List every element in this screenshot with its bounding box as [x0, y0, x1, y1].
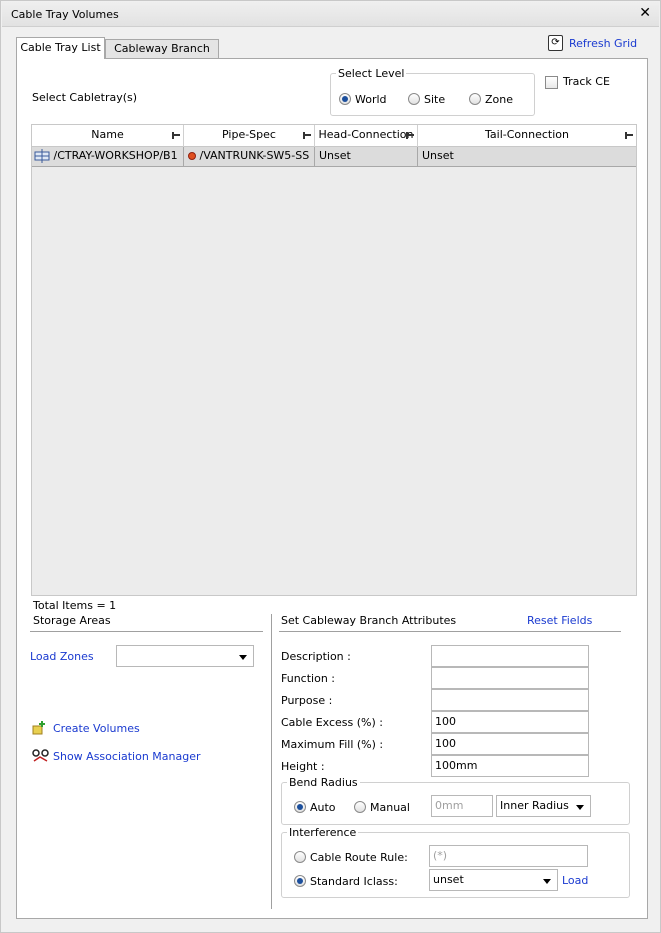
cable-excess-label: Cable Excess (%) :	[281, 716, 384, 729]
divider	[279, 631, 621, 632]
tab-cable-tray-list[interactable]: Cable Tray List	[16, 37, 105, 59]
cabletray-icon	[34, 149, 50, 163]
column-header-tail-connection[interactable]: Tail-Connection	[418, 125, 636, 147]
radio-cable-route-rule[interactable]	[294, 851, 306, 863]
purpose-label: Purpose :	[281, 694, 333, 707]
radio-auto-label: Auto	[310, 801, 336, 814]
cable-excess-input[interactable]: 100	[431, 711, 589, 733]
table-row[interactable]: /CTRAY-WORKSHOP/B1 /VANTRUNK-SW5-SS Unse…	[32, 147, 636, 167]
column-header-label: Tail-Connection	[485, 128, 569, 141]
pin-icon[interactable]	[172, 132, 180, 139]
radio-manual-label: Manual	[370, 801, 410, 814]
column-header-label: Name	[91, 128, 124, 141]
tab-cableway-branch-list[interactable]: Cableway Branch List	[105, 39, 219, 72]
cell-pipe-spec: /VANTRUNK-SW5-SS	[184, 147, 315, 167]
storage-areas-label: Storage Areas	[33, 614, 111, 627]
title-bar: Cable Tray Volumes ✕	[2, 2, 659, 27]
interference-title: Interference	[287, 826, 359, 839]
function-label: Function :	[281, 672, 335, 685]
track-ce-label: Track CE	[563, 75, 610, 88]
function-input[interactable]	[431, 667, 589, 689]
tab-label: Cable Tray List	[20, 41, 101, 54]
track-ce-checkbox[interactable]	[545, 76, 558, 89]
radio-zone[interactable]	[469, 93, 481, 105]
standard-iclass-label: Standard Iclass:	[310, 875, 398, 888]
select-level-title: Select Level	[336, 67, 407, 80]
load-zones-link[interactable]: Load Zones	[30, 650, 94, 663]
create-volumes-icon	[32, 721, 45, 735]
attributes-title: Set Cableway Branch Attributes	[281, 614, 457, 627]
height-label: Height :	[281, 760, 325, 773]
column-header-label: Head-Connection	[318, 128, 414, 141]
description-label: Description :	[281, 650, 351, 663]
column-header-pipe-spec[interactable]: Pipe-Spec	[184, 125, 315, 147]
pin-icon[interactable]	[625, 132, 633, 139]
divider	[30, 631, 263, 632]
cable-route-rule-input[interactable]: (*)	[429, 845, 588, 867]
purpose-input[interactable]	[431, 689, 589, 711]
bend-radius-title: Bend Radius	[287, 776, 360, 789]
total-items-label: Total Items = 1	[33, 599, 117, 612]
cell-name-text: /CTRAY-WORKSHOP/B1	[53, 149, 178, 162]
column-header-head-connection[interactable]: Head-Connection	[315, 125, 418, 147]
column-header-name[interactable]: Name	[32, 125, 184, 147]
radio-world[interactable]	[339, 93, 351, 105]
column-header-label: Pipe-Spec	[222, 128, 276, 141]
pin-icon[interactable]	[303, 132, 311, 139]
cell-head-connection: Unset	[315, 147, 418, 167]
radio-manual[interactable]	[354, 801, 366, 813]
refresh-grid-label: Refresh Grid	[569, 37, 638, 50]
cable-tray-volumes-window: Cable Tray Volumes ✕ Cable Tray List Cab…	[0, 0, 661, 933]
load-iclass-link[interactable]: Load	[562, 874, 588, 887]
divider	[271, 614, 272, 909]
max-fill-input[interactable]: 100	[431, 733, 589, 755]
radio-zone-label: Zone	[485, 93, 514, 106]
status-dot-icon	[188, 152, 196, 160]
radio-site-label: Site	[424, 93, 446, 106]
height-input[interactable]: 100mm	[431, 755, 589, 777]
association-icon	[32, 749, 49, 762]
select-cabletray-label: Select Cabletray(s)	[32, 91, 138, 104]
close-icon[interactable]: ✕	[639, 5, 651, 21]
radio-world-label: World	[355, 93, 387, 106]
create-volumes-link[interactable]: Create Volumes	[53, 722, 140, 735]
cable-route-rule-label: Cable Route Rule:	[310, 851, 408, 864]
max-fill-label: Maximum Fill (%) :	[281, 738, 384, 751]
radio-standard-iclass[interactable]	[294, 875, 306, 887]
cell-tail-connection: Unset	[422, 149, 454, 162]
reset-fields-link[interactable]: Reset Fields	[527, 614, 592, 627]
cabletray-grid[interactable]: Name Pipe-Spec Head-Connection Tail-Conn…	[31, 124, 637, 596]
show-association-manager-link[interactable]: Show Association Manager	[53, 750, 201, 763]
standard-iclass-dropdown[interactable]: unset	[429, 869, 558, 891]
description-input[interactable]	[431, 645, 589, 667]
window-title: Cable Tray Volumes	[11, 8, 119, 21]
radio-site[interactable]	[408, 93, 420, 105]
refresh-icon: ⟳	[548, 35, 563, 51]
grid-header: Name Pipe-Spec Head-Connection Tail-Conn…	[32, 125, 636, 147]
bend-radius-type-dropdown[interactable]: Inner Radius	[496, 795, 591, 817]
cell-pipe-spec-text: /VANTRUNK-SW5-SS	[199, 149, 310, 162]
zones-dropdown[interactable]	[116, 645, 254, 667]
radio-auto[interactable]	[294, 801, 306, 813]
cell-name: /CTRAY-WORKSHOP/B1	[32, 147, 184, 167]
bend-radius-value-input[interactable]: 0mm	[431, 795, 493, 817]
pin-icon[interactable]	[406, 132, 414, 139]
